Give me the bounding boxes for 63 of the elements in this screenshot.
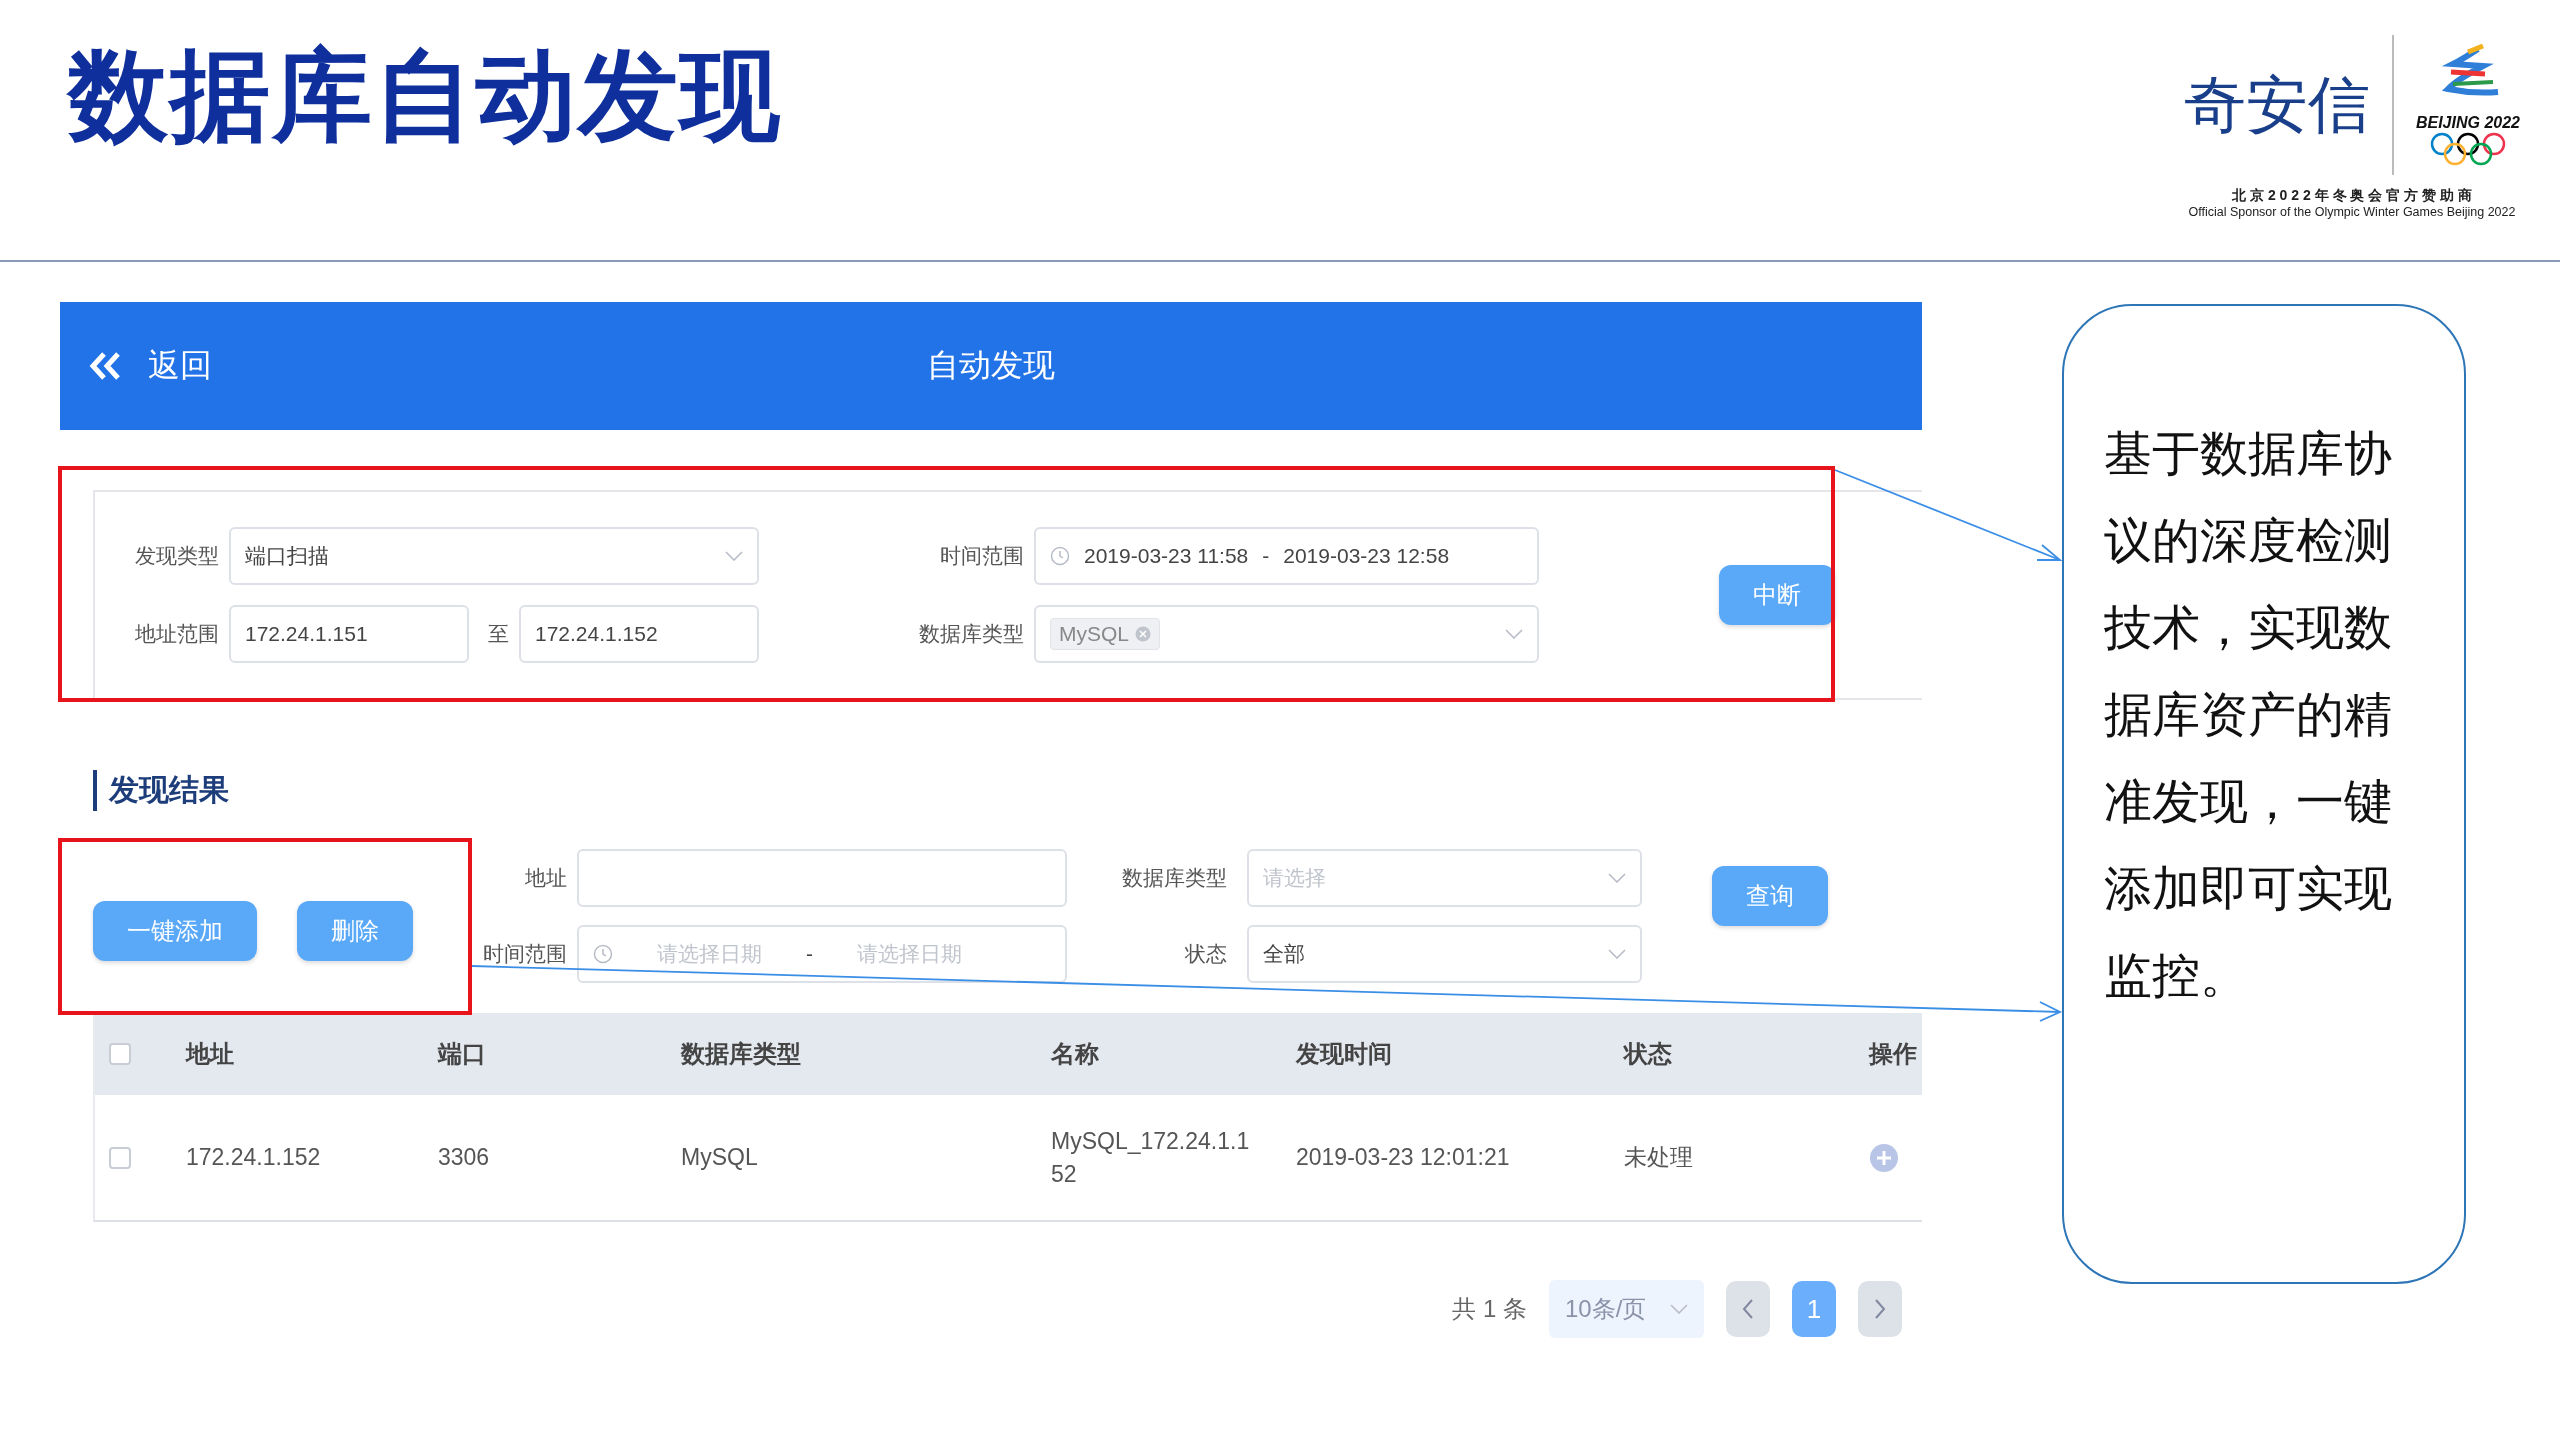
emblem-text: BEIJING 2022 <box>2415 114 2520 132</box>
input-field[interactable]: 172.24.1.151 <box>229 605 469 663</box>
database-type-select[interactable]: 请选择 <box>1247 849 1642 907</box>
column-header: 发现时间 <box>1294 1039 1393 1069</box>
input-field[interactable]: 172.24.1.152 <box>519 605 759 663</box>
page-size-select[interactable]: 10条/页 <box>1549 1280 1704 1338</box>
add-icon[interactable] <box>1869 1142 1899 1173</box>
address-field[interactable] <box>577 849 1067 907</box>
field-label: 数据库类型 <box>1121 865 1227 891</box>
column-header: 状态 <box>1622 1039 1673 1069</box>
next-page-button[interactable] <box>1858 1281 1902 1337</box>
query-button[interactable]: 查询 <box>1712 866 1828 926</box>
slide-title: 数据库自动发现 <box>68 40 782 153</box>
section-heading: 发现结果 <box>93 770 229 811</box>
date-range-field[interactable]: 请选择日期 - 请选择日期 <box>577 925 1067 983</box>
column-header: 地址 <box>184 1039 235 1069</box>
chevron-down-icon <box>1505 629 1523 639</box>
brand-name: 奇安信 <box>2183 67 2370 143</box>
clock-icon <box>1050 546 1070 566</box>
checkbox[interactable] <box>109 1146 131 1169</box>
sponsor-text: 北 京 2 0 2 2 年 冬 奥 会 官 方 赞 助 商 <box>2232 187 2472 205</box>
page-button[interactable]: 1 <box>1792 1281 1836 1337</box>
clock-icon <box>593 944 613 964</box>
range-separator: 至 <box>487 621 509 647</box>
column-header: 操作 <box>1867 1039 1918 1069</box>
chevron-down-icon <box>1608 949 1626 959</box>
action-button[interactable]: 一键添加 <box>93 901 257 961</box>
chevron-down-icon <box>725 551 743 561</box>
column-header: 名称 <box>1050 1039 1100 1069</box>
field-label: 状态 <box>1184 941 1227 967</box>
chevron-left-icon <box>1742 1298 1754 1320</box>
table-cell-text: 172.24.1.152 <box>185 1144 322 1171</box>
field-label: 地址范围 <box>135 621 219 647</box>
back-link[interactable]: 返回 <box>88 344 212 388</box>
page-title: 自动发现 <box>927 347 1055 383</box>
type-select[interactable]: 端口扫描 <box>229 527 759 585</box>
double-chevron-left-icon <box>88 351 122 381</box>
status-select[interactable]: 全部 <box>1247 925 1642 983</box>
chevron-down-icon <box>1608 873 1626 883</box>
chevron-right-icon <box>1874 1298 1886 1320</box>
database-type-select[interactable]: MySQL <box>1034 605 1539 663</box>
callout-text: 基于数据库协议的深度检测技术，实现数据库资产的精准发现，一键添加即可实现监控。 <box>2104 425 2393 1004</box>
previous-page-button[interactable] <box>1726 1281 1770 1337</box>
tag: MySQL <box>1050 618 1160 650</box>
action-button[interactable]: 删除 <box>297 901 413 961</box>
total-count: 共 1 条 <box>1452 1294 1527 1324</box>
date-range-field[interactable]: 2019-03-23 11:58 - 2019-03-23 12:58 <box>1034 527 1539 585</box>
field-label: 数据库类型 <box>919 621 1024 647</box>
table-cell-text: MySQL <box>680 1144 759 1171</box>
column-header: 数据库类型 <box>679 1039 802 1069</box>
chevron-down-icon <box>1670 1304 1688 1314</box>
table-cell-text: MySQL_172.24.1.152 <box>1050 1127 1251 1189</box>
checkbox[interactable] <box>109 1043 131 1065</box>
table-cell-text: 3306 <box>437 1144 491 1171</box>
column-header: 端口 <box>436 1039 487 1069</box>
close-icon[interactable] <box>1135 626 1151 642</box>
field-label: 时间范围 <box>939 543 1024 569</box>
sponsor-text: Official Sponsor of the Olympic Winter Games Beijing 2022 <box>2188 205 2516 219</box>
table-cell-text: 2019-03-23 12:01:21 <box>1295 1144 1511 1171</box>
field-label: 时间范围 <box>483 941 567 967</box>
field-label: 地址 <box>524 865 567 891</box>
field-label: 发现类型 <box>135 543 219 569</box>
table-cell-text: 未处理 <box>1623 1143 1694 1172</box>
